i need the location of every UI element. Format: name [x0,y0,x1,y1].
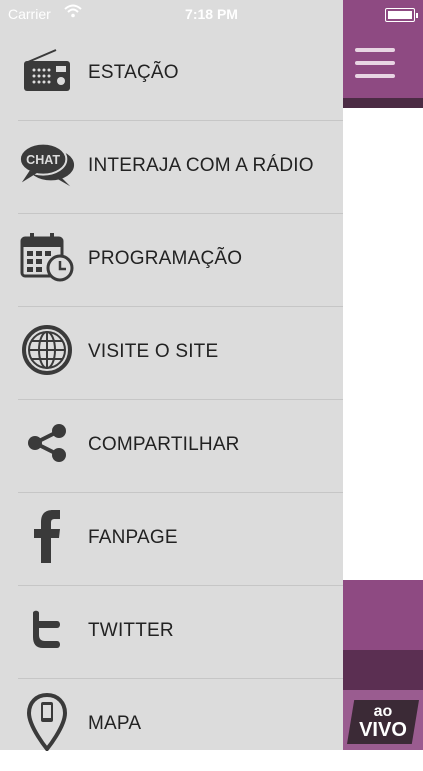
menu-item-mapa[interactable]: MAPA [18,679,343,771]
twitter-icon [18,600,76,658]
menu-item-compartilhar[interactable]: COMPARTILHAR [18,400,343,493]
menu-item-twitter[interactable]: TWITTER [18,586,343,679]
menu-item-label: TWITTER [88,620,174,641]
hamburger-line [355,74,395,78]
menu-item-estacao[interactable]: ESTAÇÃO [18,28,343,121]
battery-icon [385,8,418,22]
menu-item-programacao[interactable]: PROGRAMAÇÃO [18,214,343,307]
player-bar [343,650,423,690]
menu-item-label: INTERAJA COM A RÁDIO [88,155,314,176]
menu-item-label: COMPARTILHAR [88,434,240,455]
menu-item-interaja[interactable]: CHAT INTERAJA COM A RÁDIO [18,121,343,214]
menu-item-label: ESTAÇÃO [88,62,179,83]
menu-item-label: FANPAGE [88,527,178,548]
header-divider [343,98,423,108]
hamburger-line [355,61,395,65]
status-bar: Carrier 7:18 PM [0,0,423,28]
map-pin-phone-icon [18,693,76,751]
live-badge-line2: VIVO [359,719,407,741]
main-content-peek: ao VIVO [343,0,423,750]
facebook-icon [18,507,76,565]
menu-item-visite-site[interactable]: VISITE O SITE [18,307,343,400]
menu-toggle-button[interactable] [355,48,395,82]
calendar-clock-icon [18,228,76,286]
menu-item-label: PROGRAMAÇÃO [88,248,243,269]
chat-icon: CHAT [18,135,76,193]
live-badge[interactable]: ao VIVO [347,700,419,744]
menu-item-label: MAPA [88,713,142,734]
live-badge-line1: ao [373,703,393,720]
side-drawer: ESTAÇÃO CHAT INTERAJA COM A RÁDIO PROGRA… [0,0,343,751]
globe-icon [18,321,76,379]
radio-icon [18,42,76,100]
content-area [343,108,423,580]
menu-item-label: VISITE O SITE [88,341,219,362]
player-panel [343,580,423,650]
hamburger-line [355,48,395,52]
menu-item-fanpage[interactable]: FANPAGE [18,493,343,586]
share-icon [18,414,76,472]
menu-list: ESTAÇÃO CHAT INTERAJA COM A RÁDIO PROGRA… [0,28,343,771]
chat-icon-text: CHAT [26,153,60,167]
status-time: 7:18 PM [185,6,238,22]
